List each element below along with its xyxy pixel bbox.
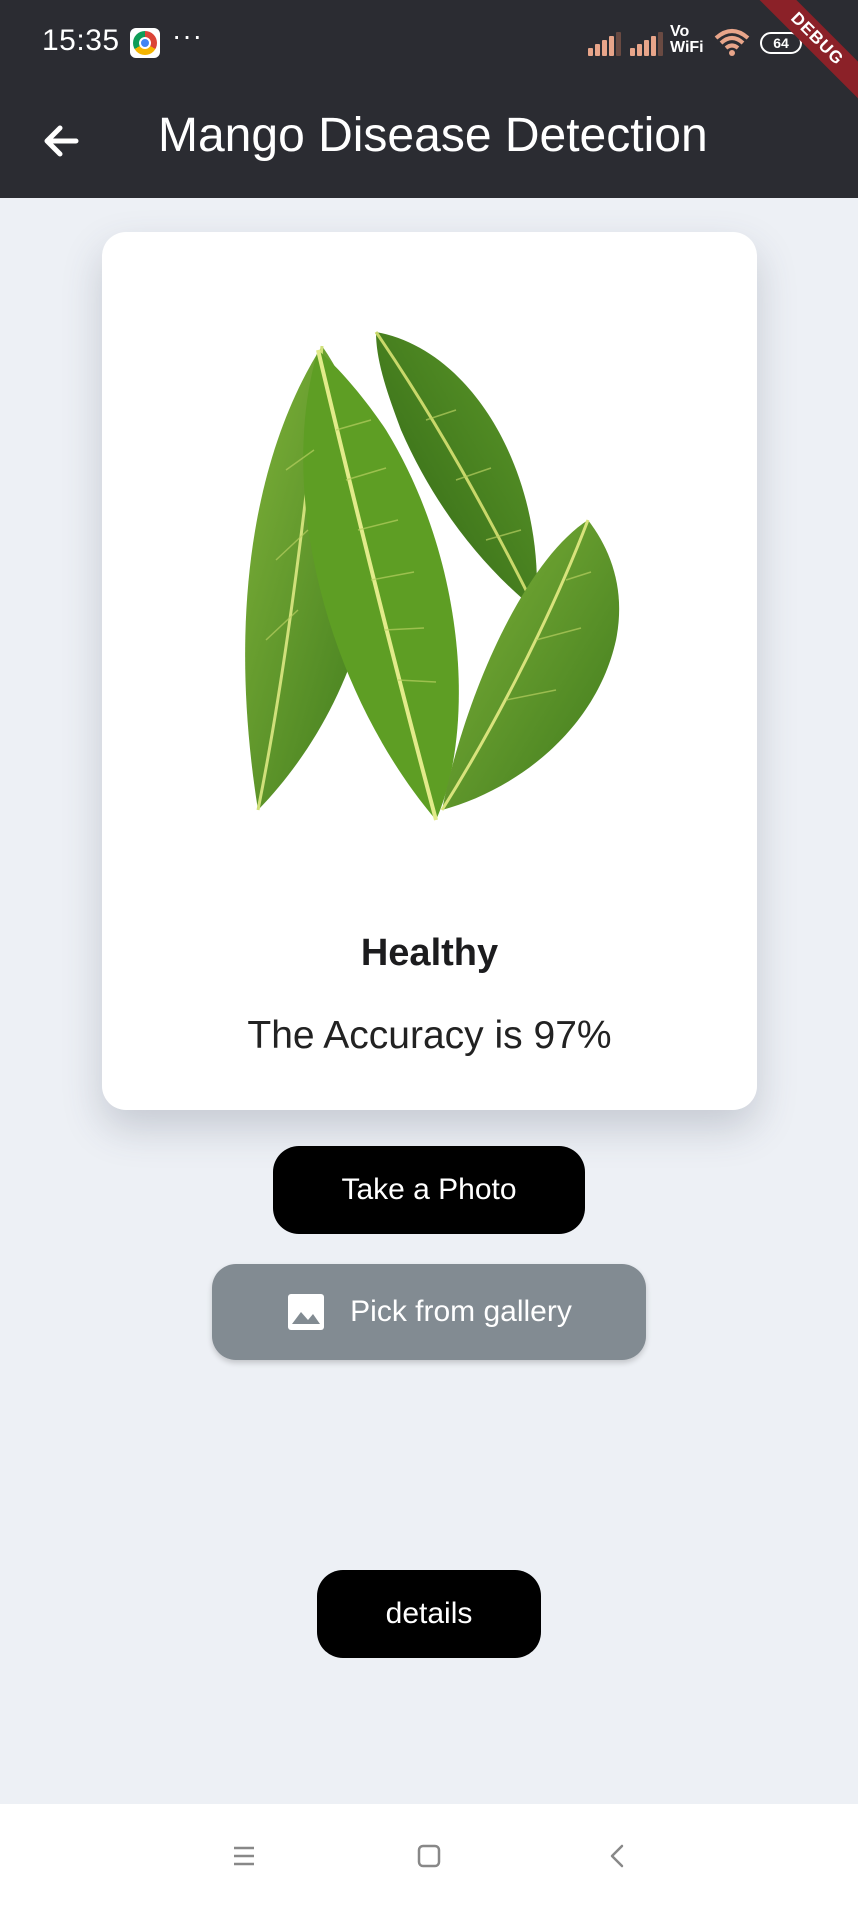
details-label: details: [385, 1597, 473, 1630]
arrow-back-icon[interactable]: [36, 116, 86, 166]
take-photo-button[interactable]: Take a Photo: [273, 1146, 585, 1234]
home-icon[interactable]: [409, 1836, 449, 1876]
signal-icon: [588, 32, 622, 56]
back-icon[interactable]: [598, 1836, 638, 1876]
app-bar: Mango Disease Detection: [0, 86, 858, 198]
wifi-icon: [714, 29, 750, 56]
pick-gallery-button[interactable]: Pick from gallery: [212, 1264, 646, 1360]
details-button[interactable]: details: [317, 1570, 541, 1658]
more-dots-icon: ···: [172, 20, 203, 51]
accuracy-text: The Accuracy is 97%: [247, 1014, 612, 1057]
result-label: Healthy: [360, 932, 499, 974]
system-nav-bar: [0, 1804, 858, 1907]
take-photo-label: Take a Photo: [341, 1173, 517, 1206]
pick-gallery-label: Pick from gallery: [350, 1295, 572, 1328]
menu-icon[interactable]: [224, 1836, 264, 1876]
vowifi-label: Vo WiFi: [670, 23, 704, 56]
result-card: Healthy The Accuracy is 97%: [102, 232, 757, 1110]
page-title: Mango Disease Detection: [158, 109, 708, 162]
chrome-icon: [130, 28, 160, 58]
status-bar: 15:35 ··· Vo WiFi 64: [0, 0, 858, 86]
signal-icon: [630, 32, 664, 56]
image-icon: [288, 1294, 325, 1330]
status-time: 15:35: [42, 24, 120, 57]
mango-leaf-image: [245, 331, 620, 821]
